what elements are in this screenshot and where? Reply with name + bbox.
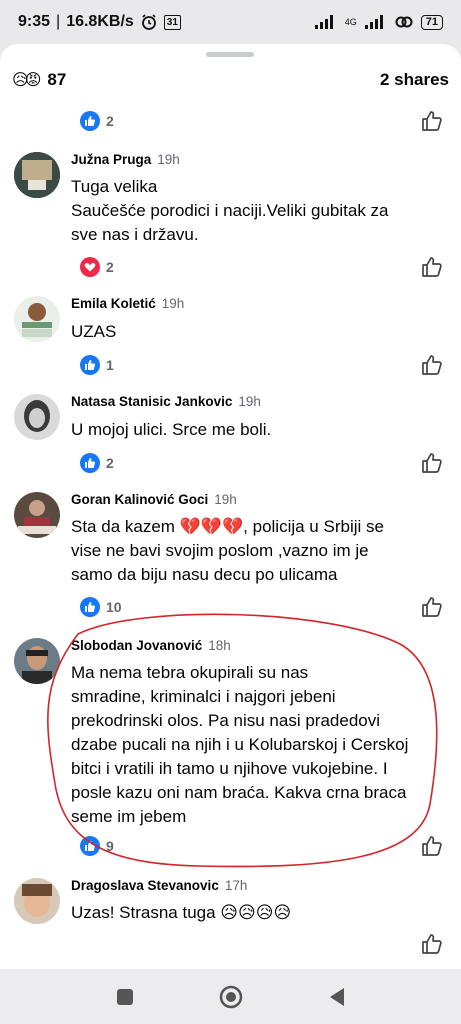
drag-handle[interactable]: [206, 52, 254, 57]
home-button[interactable]: [218, 984, 244, 1010]
like-icon: [80, 836, 100, 856]
comment-author[interactable]: Emila Koletić 19h: [71, 296, 184, 311]
like-icon: [80, 597, 100, 617]
comment-text: Sta da kazem 💔💔💔, policija u Srbiji se v…: [71, 517, 384, 584]
like-button-icon[interactable]: [421, 110, 443, 132]
avatar[interactable]: [14, 296, 60, 342]
network-type-label: 4G: [344, 17, 357, 27]
reaction-row[interactable]: 2: [80, 256, 114, 278]
calendar-icon: 31: [163, 14, 181, 30]
like-button-icon[interactable]: [421, 452, 443, 474]
reaction-row[interactable]: 9: [80, 835, 114, 857]
separator: |: [56, 13, 61, 30]
status-bar: 9:35 | 16.8KB/s 31 4G 71: [0, 0, 461, 44]
clock: 9:35: [18, 13, 51, 30]
recents-button[interactable]: [112, 984, 138, 1010]
like-icon: [80, 111, 100, 131]
comment-author[interactable]: Slobodan Jovanović 18h: [71, 638, 231, 653]
signal-icon: [314, 15, 333, 29]
comment-time: 19h: [157, 152, 180, 167]
comment-time: 18h: [208, 638, 231, 653]
battery-icon: 71: [420, 14, 443, 30]
circle-home-icon: [219, 985, 242, 1008]
comment-author[interactable]: Natasa Stanisic Jankovic 19h: [71, 394, 261, 409]
avatar[interactable]: [14, 638, 60, 684]
avatar[interactable]: [14, 152, 60, 198]
comment-time: 17h: [224, 878, 248, 893]
angry-face-icon: 😡: [24, 72, 42, 89]
comment-time: 19h: [161, 296, 185, 311]
heart-icon: [80, 257, 100, 277]
like-icon: [80, 453, 100, 473]
back-button[interactable]: [324, 984, 350, 1010]
reaction-count: 2: [106, 455, 114, 471]
like-button-icon[interactable]: [421, 596, 443, 618]
reaction-count: 10: [106, 599, 122, 615]
comment-time: 19h: [214, 492, 237, 507]
avatar[interactable]: [14, 878, 60, 924]
reaction-row[interactable]: 10: [80, 596, 122, 618]
square-icon: [116, 988, 133, 1005]
comment-author[interactable]: Južna Pruga 19h: [71, 152, 180, 167]
comments-sheet: 😥 😡 87 2 shares 2 Južna Pruga 19h Tuga ve…: [0, 44, 461, 969]
reaction-row[interactable]: 1: [80, 354, 114, 376]
comment-author[interactable]: Goran Kalinović Goci 19h: [71, 492, 237, 507]
like-button-icon[interactable]: [421, 835, 443, 857]
reaction-count: 9: [106, 838, 114, 854]
shares-count[interactable]: 2 shares: [380, 70, 449, 90]
comment-text: Ma nema tebra okupirali su nas smradine,…: [71, 663, 409, 826]
reaction-row[interactable]: 2: [80, 110, 114, 132]
reaction-count: 2: [106, 259, 114, 275]
comment-text: Uzas! Strasna tuga 😥😥😥😥: [71, 903, 292, 922]
comment-text: Tuga velika Saučešće porodici i naciji.V…: [71, 177, 389, 244]
comment-text: U mojoj ulici. Srce me boli.: [71, 420, 272, 439]
reaction-count: 2: [106, 113, 114, 129]
alarm-icon: [141, 14, 156, 30]
like-button-icon[interactable]: [421, 256, 443, 278]
back-triangle-icon: [329, 987, 344, 1006]
like-icon: [80, 355, 100, 375]
hotspot-icon: [395, 16, 413, 28]
reaction-row[interactable]: 2: [80, 452, 114, 474]
like-button-icon[interactable]: [421, 933, 443, 955]
like-button-icon[interactable]: [421, 354, 443, 376]
reaction-count: 87: [47, 70, 67, 89]
reaction-count: 1: [106, 357, 114, 373]
network-speed: 16.8KB/s: [66, 13, 134, 30]
comment-author[interactable]: Dragoslava Stevanovic 17h: [71, 878, 247, 893]
system-navbar: [0, 969, 461, 1024]
signal-icon-2: [364, 15, 383, 29]
comment-time: 19h: [238, 394, 261, 409]
reaction-emoji-stack: 😥 😡: [12, 70, 41, 90]
avatar[interactable]: [14, 492, 60, 538]
comment-text: UZAS: [71, 322, 117, 341]
avatar[interactable]: [14, 394, 60, 440]
reactions-summary[interactable]: 😥 😡 87 2 shares: [12, 66, 449, 94]
